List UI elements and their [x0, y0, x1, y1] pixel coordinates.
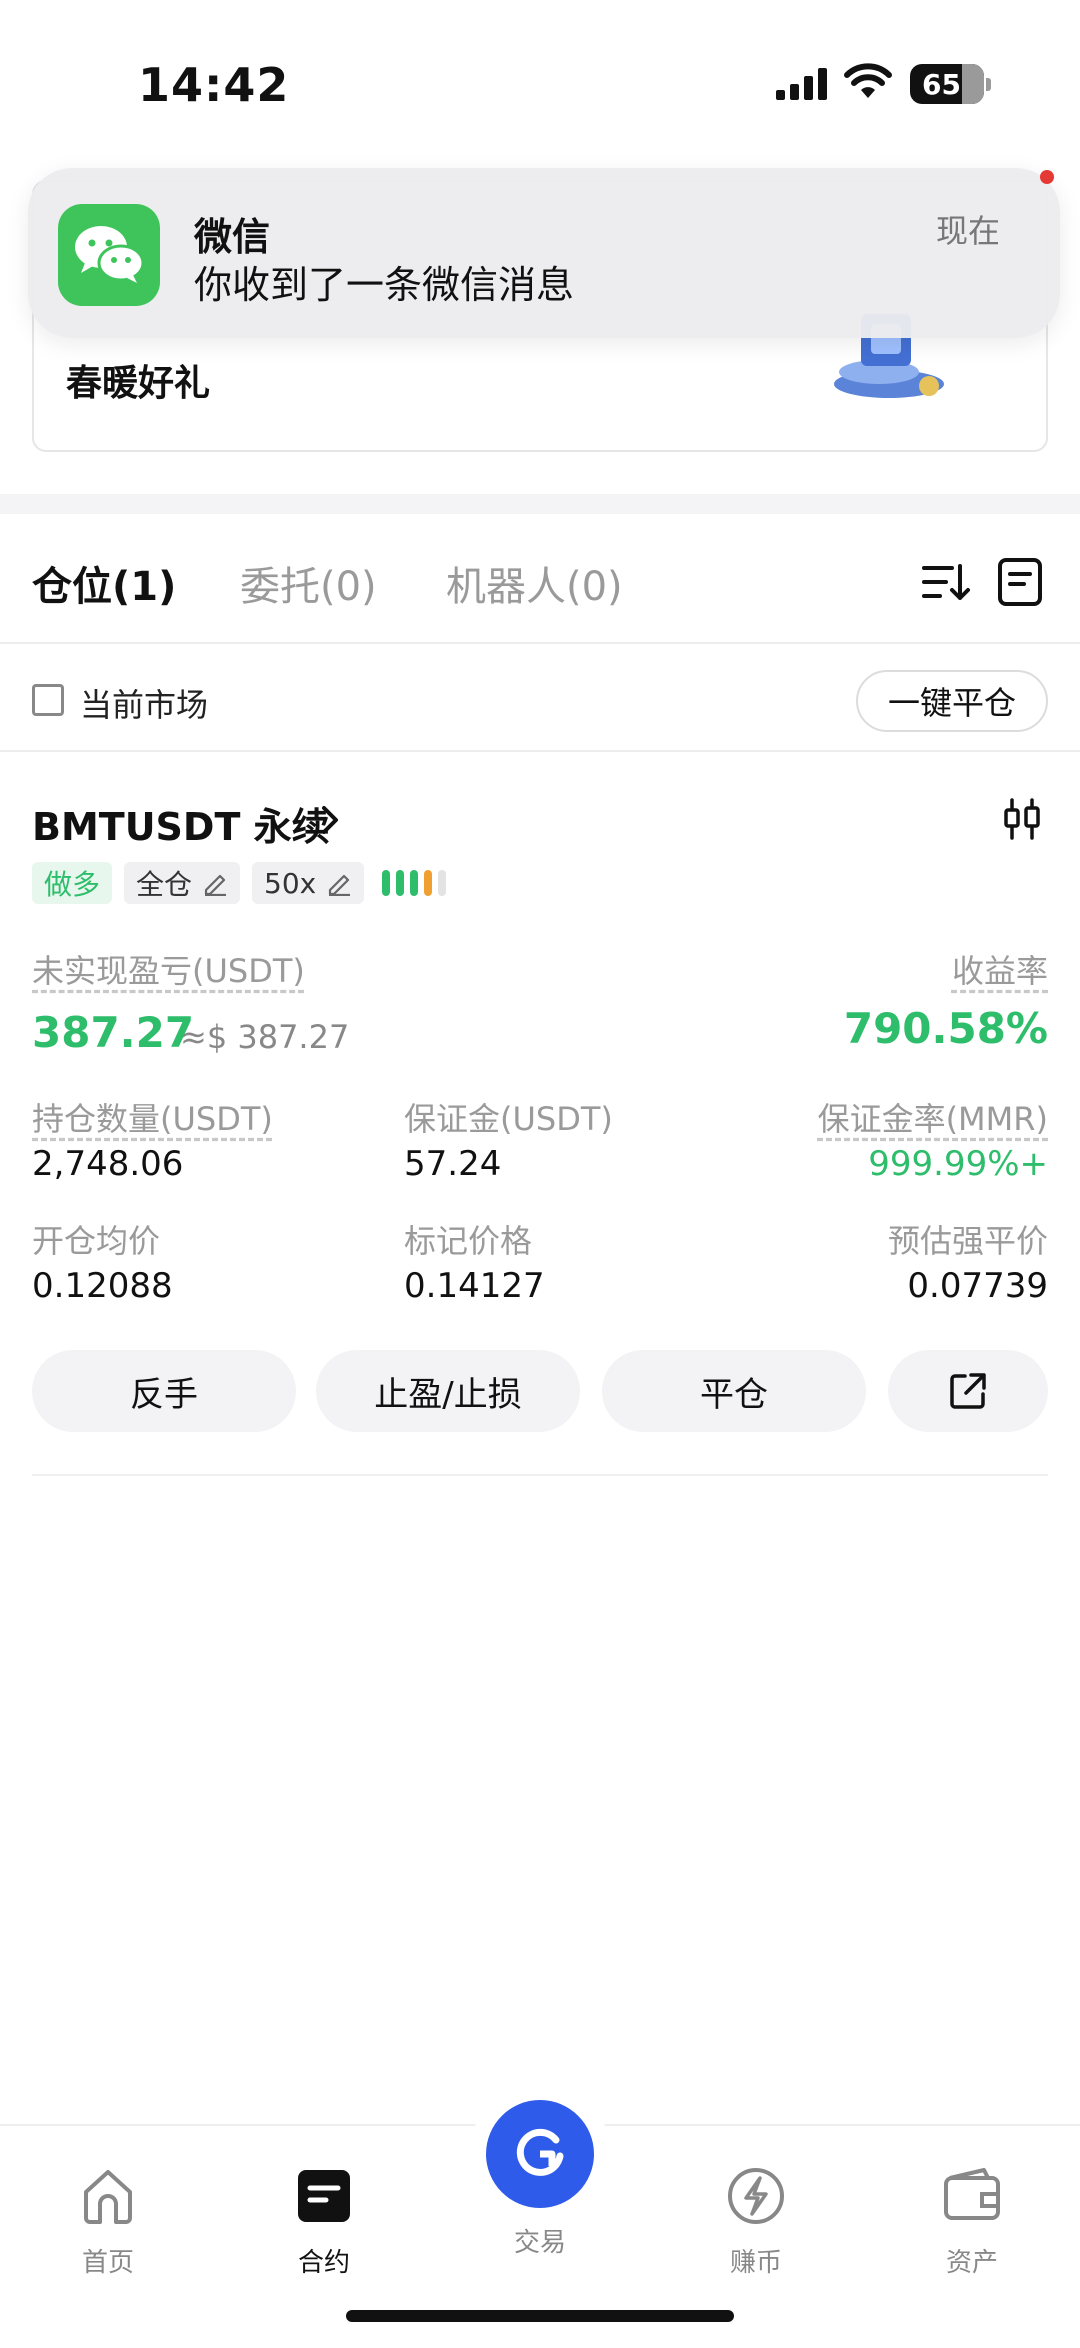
edit-icon	[204, 874, 227, 896]
home-indicator[interactable]	[346, 2310, 734, 2322]
nav-futures-label: 合约	[297, 2248, 350, 2278]
position-size-label: 持仓数量(USDT)	[32, 1100, 273, 1138]
entry-price-value: 0.12088	[32, 1266, 173, 1306]
risk-level-bars	[376, 862, 447, 904]
filter-row: 当前市场 一键平仓	[0, 646, 1080, 752]
nav-assets-label: 资产	[945, 2248, 998, 2278]
position-size-value: 2,748.06	[32, 1144, 184, 1184]
order-history-icon[interactable]	[994, 556, 1046, 608]
liq-price-value: 0.07739	[907, 1266, 1048, 1306]
margin-value: 57.24	[404, 1144, 502, 1184]
notification-message: 你收到了一条微信消息	[194, 263, 575, 307]
leverage-label: 50x	[264, 866, 317, 900]
margin-mode-tag[interactable]: 全仓	[124, 862, 241, 904]
side-tag-label: 做多	[44, 868, 101, 901]
battery-indicator: 65	[910, 64, 984, 104]
unrealized-pnl-label: 未实现盈亏(USDT)	[32, 952, 305, 990]
edit-icon	[329, 874, 351, 896]
sort-icon[interactable]	[918, 556, 970, 608]
margin-label: 保证金(USDT)	[404, 1100, 613, 1138]
nav-earn[interactable]: 赚币	[686, 2146, 826, 2279]
chevron-right-icon[interactable]	[316, 800, 344, 840]
mmr-label: 保证金率(MMR)	[817, 1100, 1048, 1138]
roe-label: 收益率	[951, 952, 1048, 990]
section-separator	[0, 494, 1080, 514]
margin-mode-label: 全仓	[136, 868, 193, 901]
trade-button[interactable]	[486, 2100, 594, 2208]
nav-assets[interactable]: 资产	[902, 2146, 1042, 2279]
mmr-value: 999.99%+	[868, 1144, 1048, 1184]
current-market-checkbox[interactable]	[32, 684, 64, 716]
tab-bots[interactable]: 机器人(0)	[446, 554, 623, 612]
side-tag: 做多	[32, 862, 113, 904]
close-all-button[interactable]: 一键平仓	[856, 670, 1048, 732]
position-tags: 做多 全仓 50x	[32, 862, 447, 904]
battery-level: 65	[922, 67, 961, 101]
nav-home[interactable]: 首页	[38, 2146, 178, 2279]
wechat-icon	[58, 204, 160, 306]
kline-chart-icon[interactable]	[1002, 798, 1042, 840]
status-bar: 14:42 65	[0, 0, 1080, 170]
entry-price-label: 开仓均价	[32, 1222, 161, 1260]
earn-icon	[728, 2168, 784, 2224]
nav-trade-label: 交易	[513, 2228, 566, 2258]
cellular-signal-icon	[776, 68, 827, 100]
roe-value: 790.58%	[843, 1004, 1048, 1053]
notification-app-name: 微信	[194, 215, 271, 259]
tab-positions[interactable]: 仓位(1)	[32, 554, 176, 612]
share-icon	[950, 1373, 986, 1409]
mark-price-value: 0.14127	[404, 1266, 545, 1306]
notification-time: 现在	[935, 212, 1000, 250]
card-divider	[32, 1474, 1048, 1476]
unrealized-pnl-value: 387.27	[32, 1008, 195, 1057]
red-dot-badge	[1040, 170, 1054, 184]
reverse-button[interactable]: 反手	[32, 1350, 296, 1432]
futures-icon	[298, 2170, 350, 2222]
wechat-notification[interactable]: 微信 你收到了一条微信消息 现在	[28, 168, 1060, 338]
mark-price-label: 标记价格	[404, 1222, 533, 1260]
position-symbol[interactable]: BMTUSDT 永续	[32, 796, 330, 851]
trade-icon	[516, 2128, 564, 2176]
share-button[interactable]	[888, 1350, 1048, 1432]
nav-home-label: 首页	[81, 2248, 134, 2278]
leverage-tag[interactable]: 50x	[252, 862, 365, 904]
tp-sl-button[interactable]: 止盈/止损	[316, 1350, 580, 1432]
nav-futures[interactable]: 合约	[254, 2146, 394, 2279]
status-time: 14:42	[138, 58, 290, 112]
unrealized-pnl-usd: ≈$ 387.27	[180, 1018, 350, 1056]
liq-price-label: 预估强平价	[887, 1222, 1048, 1260]
home-icon	[84, 2170, 132, 2224]
close-position-button[interactable]: 平仓	[602, 1350, 866, 1432]
tab-orders[interactable]: 委托(0)	[240, 554, 377, 612]
nav-earn-label: 赚币	[729, 2248, 782, 2278]
wifi-icon	[844, 63, 892, 98]
wallet-icon	[944, 2168, 1000, 2220]
position-tabs: 仓位(1) 委托(0) 机器人(0)	[0, 514, 1080, 644]
current-market-label: 当前市场	[80, 686, 209, 724]
promo-title: 春暖好礼	[66, 363, 211, 404]
